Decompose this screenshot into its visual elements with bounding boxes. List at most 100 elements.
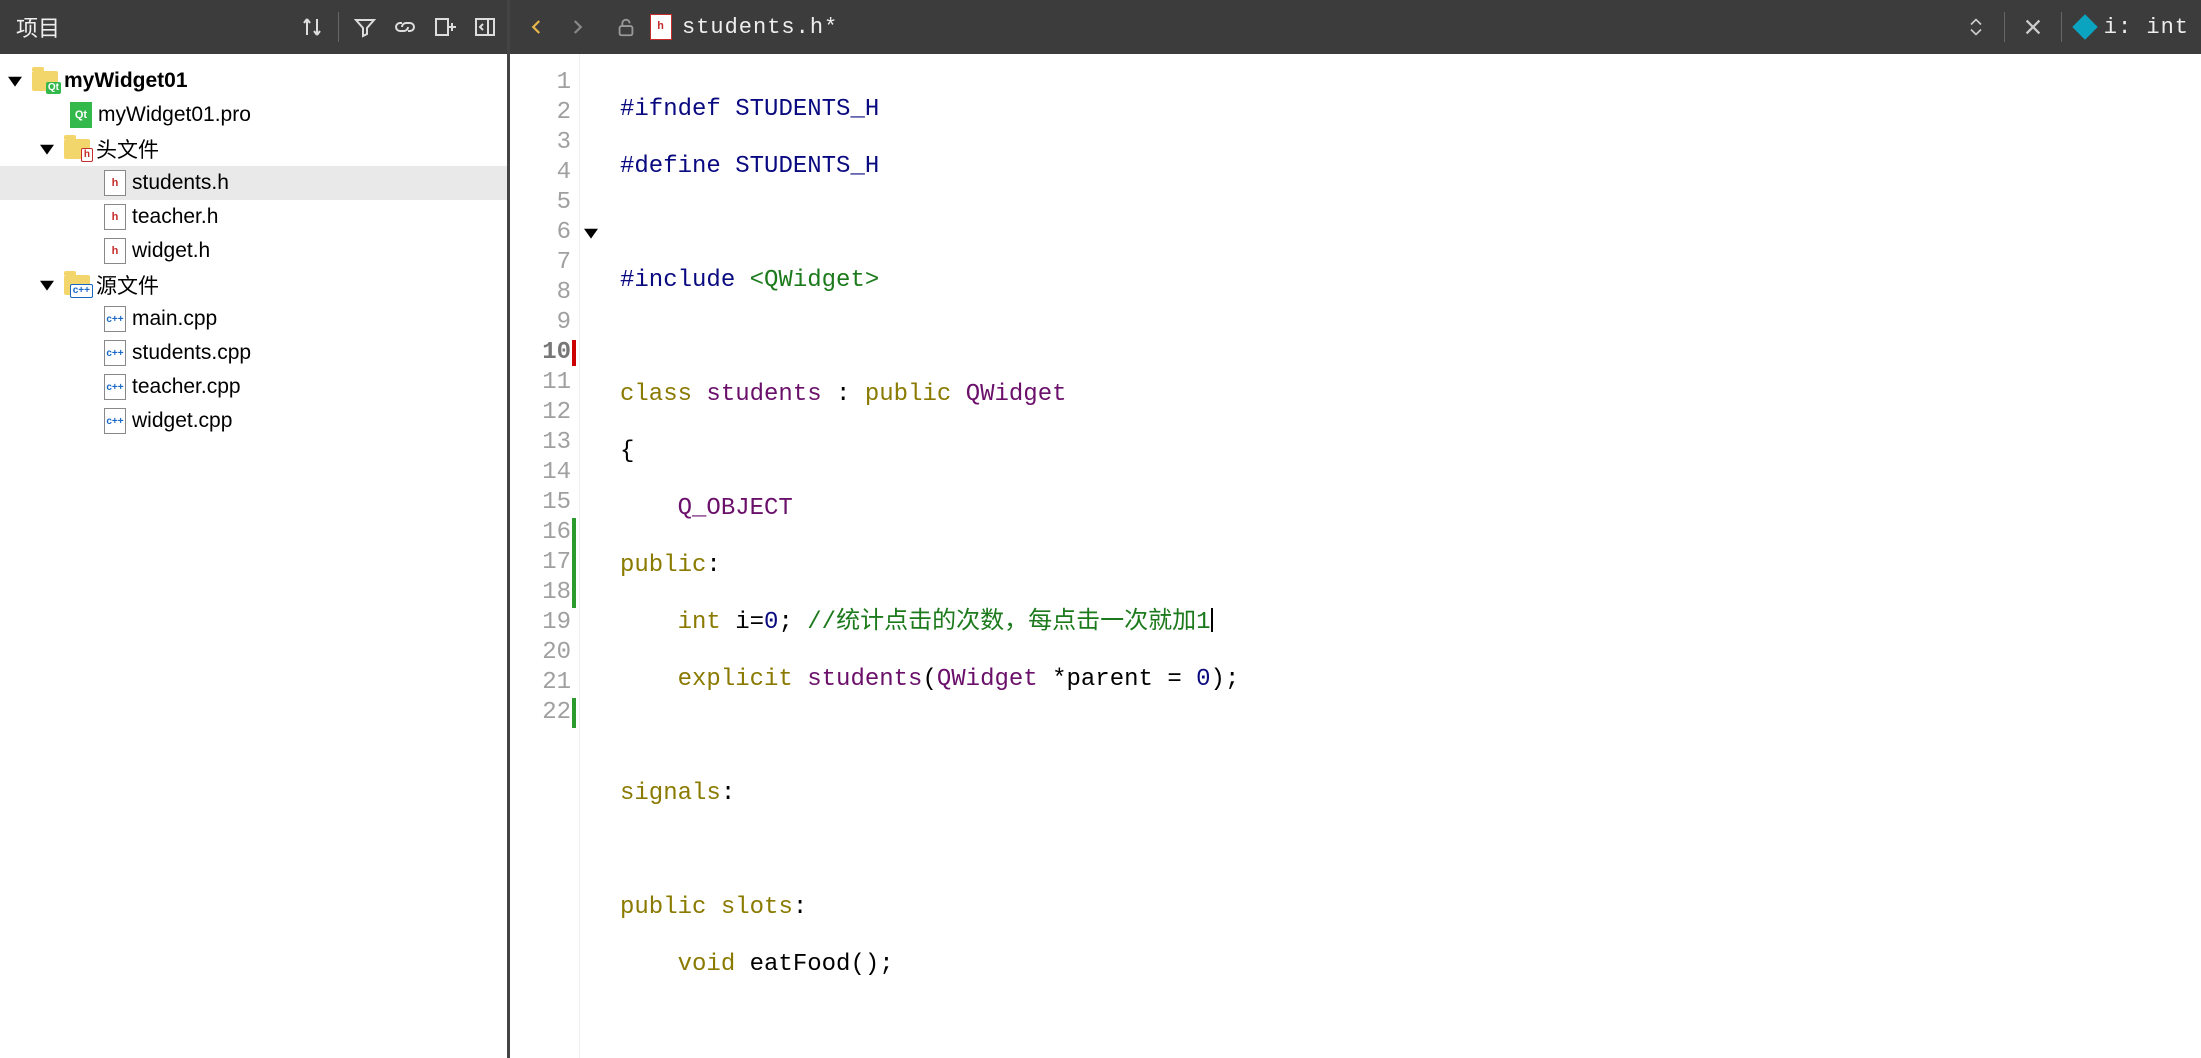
symbol-chip[interactable]: i: int	[2076, 15, 2189, 40]
line-number[interactable]: 10	[510, 338, 571, 368]
fold-spacer	[580, 338, 602, 368]
tree-item-pro[interactable]: Qt myWidget01.pro	[0, 98, 507, 132]
h-file-icon: h	[650, 14, 672, 40]
line-number[interactable]: 15	[510, 488, 571, 518]
close-file-button[interactable]	[2019, 13, 2047, 41]
tree-item-header[interactable]: h widget.h	[0, 234, 507, 268]
change-marker-saved	[572, 578, 576, 608]
fold-toggle-icon[interactable]	[580, 218, 602, 248]
link-icon[interactable]	[391, 13, 419, 41]
tree-root-project[interactable]: Qt myWidget01	[0, 64, 507, 98]
tree-folder-headers[interactable]: h 头文件	[0, 132, 507, 166]
sidebar-title: 项目	[16, 11, 298, 43]
symbol-icon	[2072, 14, 2097, 39]
code-line[interactable]: #include <QWidget>	[620, 266, 2201, 296]
chevron-down-icon[interactable]	[4, 70, 26, 92]
file-label: students.cpp	[132, 341, 251, 365]
tree-item-source[interactable]: c++ students.cpp	[0, 336, 507, 370]
code-line[interactable]: #ifndef STUDENTS_H	[620, 95, 2201, 125]
cpp-file-icon: c++	[104, 340, 126, 366]
file-switcher-icon[interactable]	[1962, 13, 1990, 41]
line-number[interactable]: 4	[510, 158, 571, 188]
line-number[interactable]: 22	[510, 698, 571, 728]
code-line[interactable]	[620, 209, 2201, 239]
tree-item-header[interactable]: h students.h	[0, 166, 507, 200]
folder-icon: c++	[64, 275, 90, 295]
line-number[interactable]: 3	[510, 128, 571, 158]
code-line[interactable]: class students : public QWidget	[620, 380, 2201, 410]
code-line[interactable]: public slots:	[620, 893, 2201, 923]
line-number[interactable]: 2	[510, 98, 571, 128]
code-line[interactable]	[620, 323, 2201, 353]
code-line[interactable]: {	[620, 437, 2201, 467]
code-line[interactable]: Q_OBJECT	[620, 494, 2201, 524]
fold-spacer	[580, 698, 602, 728]
line-number[interactable]: 13	[510, 428, 571, 458]
change-marker-unsaved	[572, 340, 576, 366]
sidebar-sort-icon[interactable]	[298, 13, 326, 41]
code-line[interactable]	[620, 1007, 2201, 1037]
code-line[interactable]	[620, 836, 2201, 866]
fold-spacer	[580, 458, 602, 488]
nav-forward-button[interactable]	[562, 12, 592, 42]
line-number-gutter[interactable]: 12345678910111213141516171819202122	[510, 54, 580, 1058]
open-file-tab[interactable]: h students.h*	[650, 14, 838, 40]
chevron-down-icon[interactable]	[36, 274, 58, 296]
line-number[interactable]: 20	[510, 638, 571, 668]
fold-spacer	[580, 98, 602, 128]
chevron-down-icon[interactable]	[36, 138, 58, 160]
line-number[interactable]: 8	[510, 278, 571, 308]
line-number[interactable]: 11	[510, 368, 571, 398]
fold-spacer	[580, 548, 602, 578]
line-number[interactable]: 17	[510, 548, 571, 578]
line-number[interactable]: 14	[510, 458, 571, 488]
editor-body[interactable]: 12345678910111213141516171819202122 #ifn…	[510, 54, 2201, 1058]
fold-spacer	[580, 578, 602, 608]
code-line[interactable]	[620, 722, 2201, 752]
line-number[interactable]: 6	[510, 218, 571, 248]
project-tree[interactable]: Qt myWidget01 Qt myWidget01.pro h 头文件 h …	[0, 54, 507, 1058]
code-line[interactable]: explicit students(QWidget *parent = 0);	[620, 665, 2201, 695]
line-number[interactable]: 19	[510, 608, 571, 638]
code-line[interactable]: #define STUDENTS_H	[620, 152, 2201, 182]
filter-icon[interactable]	[351, 13, 379, 41]
folder-icon: h	[64, 139, 90, 159]
line-number[interactable]: 16	[510, 518, 571, 548]
project-name: myWidget01	[64, 69, 188, 93]
line-number[interactable]: 1	[510, 68, 571, 98]
fold-spacer	[580, 278, 602, 308]
fold-spacer	[580, 188, 602, 218]
sidebar-header: 项目	[0, 0, 507, 54]
fold-spacer	[580, 518, 602, 548]
fold-column[interactable]	[580, 54, 602, 1058]
line-number[interactable]: 18	[510, 578, 571, 608]
code-line[interactable]: int i=0; //统计点击的次数，每点击一次就加1	[620, 608, 2201, 638]
sidebar-actions	[298, 12, 499, 42]
line-number[interactable]: 5	[510, 188, 571, 218]
nav-back-button[interactable]	[522, 12, 552, 42]
lock-icon[interactable]	[612, 13, 640, 41]
line-number[interactable]: 7	[510, 248, 571, 278]
panel-collapse-icon[interactable]	[471, 13, 499, 41]
h-file-icon: h	[104, 204, 126, 230]
editor-header: h students.h* i: int	[510, 0, 2201, 54]
code-line[interactable]: public:	[620, 551, 2201, 581]
tree-item-source[interactable]: c++ teacher.cpp	[0, 370, 507, 404]
fold-spacer	[580, 248, 602, 278]
tree-item-source[interactable]: c++ main.cpp	[0, 302, 507, 336]
folder-label: 源文件	[96, 270, 159, 300]
code-line[interactable]: signals:	[620, 779, 2201, 809]
code-line[interactable]: void eatFood();	[620, 950, 2201, 980]
file-label: myWidget01.pro	[98, 103, 251, 127]
change-marker-saved	[572, 518, 576, 548]
line-number[interactable]: 12	[510, 398, 571, 428]
line-number[interactable]: 9	[510, 308, 571, 338]
fold-spacer	[580, 488, 602, 518]
file-label: main.cpp	[132, 307, 217, 331]
line-number[interactable]: 21	[510, 668, 571, 698]
split-add-icon[interactable]	[431, 13, 459, 41]
code-area[interactable]: #ifndef STUDENTS_H #define STUDENTS_H #i…	[602, 54, 2201, 1058]
tree-folder-sources[interactable]: c++ 源文件	[0, 268, 507, 302]
tree-item-source[interactable]: c++ widget.cpp	[0, 404, 507, 438]
tree-item-header[interactable]: h teacher.h	[0, 200, 507, 234]
